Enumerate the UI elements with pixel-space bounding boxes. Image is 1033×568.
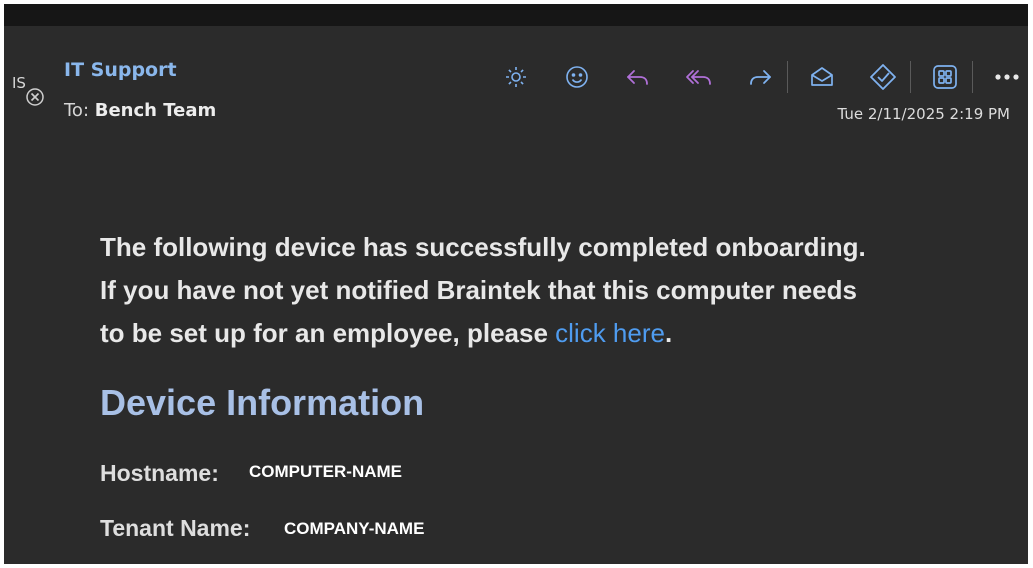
hostname-label: Hostname:	[100, 460, 219, 486]
emoji-icon[interactable]	[557, 60, 597, 94]
toolbar-divider-3	[972, 61, 973, 93]
forward-icon[interactable]	[740, 60, 780, 94]
message-body: The following device has successfully co…	[100, 226, 980, 355]
avatar-initials: IS	[12, 74, 26, 92]
tenant-name-label: Tenant Name:	[100, 515, 251, 541]
sender-name[interactable]: IT Support	[64, 59, 177, 81]
device-information-heading: Device Information	[100, 382, 425, 423]
hostname-value: COMPUTER-NAME	[249, 462, 402, 481]
toolbar-divider	[787, 61, 788, 93]
tenant-name-value: COMPANY-NAME	[284, 519, 425, 538]
body-line-3-text: to be set up for an employee, please	[100, 318, 556, 348]
blocked-status-icon	[26, 88, 44, 106]
more-icon[interactable]	[987, 60, 1027, 94]
recipient-name[interactable]: Bench Team	[95, 100, 217, 121]
message-toolbar	[496, 60, 1033, 94]
body-line-3: to be set up for an employee, please cli…	[100, 312, 980, 355]
tag-icon[interactable]	[863, 60, 903, 94]
window-top-bar	[4, 4, 1028, 26]
mark-read-icon[interactable]	[802, 60, 842, 94]
email-reading-pane: IS IT Support To: Bench Team Tue 2/11/20…	[4, 26, 1028, 564]
body-line-2: If you have not yet notified Braintek th…	[100, 275, 857, 305]
apps-icon[interactable]	[925, 60, 965, 94]
body-line-3-end: .	[664, 318, 673, 348]
avatar[interactable]: IS	[4, 64, 44, 106]
toolbar-divider-2	[910, 61, 911, 93]
reply-icon[interactable]	[618, 60, 658, 94]
click-here-link[interactable]: click here	[555, 318, 665, 348]
sent-date: Tue 2/11/2025 2:19 PM	[837, 105, 1010, 123]
body-line-1: The following device has successfully co…	[100, 232, 866, 262]
recipient-line: To: Bench Team	[64, 100, 216, 121]
reply-all-icon[interactable]	[679, 60, 719, 94]
brightness-icon[interactable]	[496, 60, 536, 94]
to-prefix: To:	[64, 100, 90, 121]
